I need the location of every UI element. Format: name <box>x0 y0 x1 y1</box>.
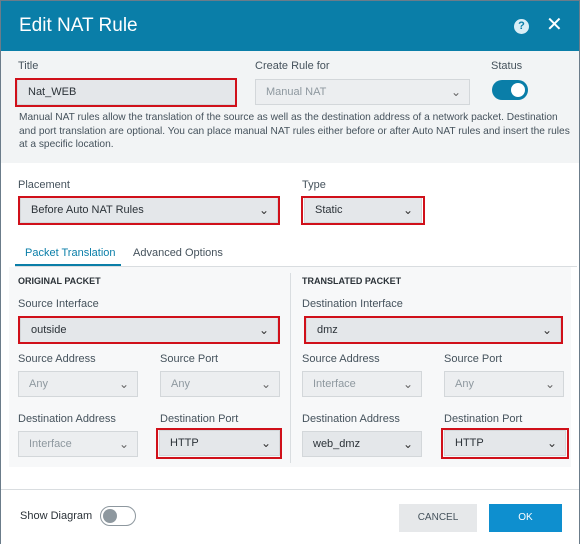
original-packet-title: ORIGINAL PACKET <box>18 276 101 286</box>
dialog-title: Edit NAT Rule <box>19 15 138 36</box>
destination-interface-label: Destination Interface <box>302 298 403 310</box>
highlight-destination-interface <box>304 316 563 344</box>
chevron-down-icon: ⌄ <box>402 377 413 391</box>
orig-destination-address-value: Interface <box>29 438 72 450</box>
chevron-down-icon: ⌄ <box>260 377 271 391</box>
trans-source-port-value: Any <box>455 378 474 390</box>
title-label: Title <box>18 60 39 72</box>
orig-destination-address-label: Destination Address <box>18 413 116 425</box>
orig-source-address-label: Source Address <box>18 353 96 365</box>
trans-destination-address-label: Destination Address <box>302 413 400 425</box>
highlight-title <box>15 78 237 107</box>
cancel-button[interactable]: CANCEL <box>399 504 477 532</box>
active-tab-indicator <box>15 264 121 266</box>
show-diagram-toggle[interactable] <box>100 506 136 526</box>
tab-bar: Packet Translation Advanced Options <box>15 242 577 267</box>
chevron-down-icon: ⌄ <box>544 377 555 391</box>
trans-destination-port-label: Destination Port <box>444 413 523 425</box>
trans-source-port-select[interactable]: Any ⌄ <box>444 371 564 397</box>
orig-source-address-value: Any <box>29 378 48 390</box>
orig-destination-address-select[interactable]: Interface ⌄ <box>18 431 138 457</box>
highlight-type <box>301 196 425 225</box>
status-toggle[interactable] <box>492 80 528 100</box>
toggle-knob <box>511 83 525 97</box>
create-rule-label: Create Rule for <box>255 60 330 72</box>
close-icon[interactable]: ✕ <box>546 15 563 35</box>
highlight-placement <box>18 196 280 225</box>
description-text: Manual NAT rules allow the translation o… <box>19 112 570 150</box>
highlight-trans-destination-port <box>441 428 569 459</box>
chevron-down-icon: ⌄ <box>450 85 461 99</box>
orig-source-port-label: Source Port <box>160 353 219 365</box>
edit-nat-rule-dialog: Edit NAT Rule ? ✕ Title Nat_WEB Create R… <box>0 0 580 544</box>
highlight-source-interface <box>18 316 280 344</box>
create-rule-value: Manual NAT <box>266 86 327 98</box>
section-divider <box>290 273 291 463</box>
orig-destination-port-label: Destination Port <box>160 413 239 425</box>
orig-source-port-select[interactable]: Any ⌄ <box>160 371 280 397</box>
tab-packet-translation[interactable]: Packet Translation <box>25 247 116 259</box>
help-icon[interactable]: ? <box>514 19 529 34</box>
chevron-down-icon: ⌄ <box>118 437 129 451</box>
trans-destination-address-value: web_dmz <box>313 438 361 450</box>
orig-source-port-value: Any <box>171 378 190 390</box>
dialog-header: Edit NAT Rule ? ✕ <box>1 1 579 51</box>
toggle-knob <box>103 509 117 523</box>
chevron-down-icon: ⌄ <box>118 377 129 391</box>
translated-packet-title: TRANSLATED PACKET <box>302 276 402 286</box>
source-interface-label: Source Interface <box>18 298 99 310</box>
trans-source-address-select[interactable]: Interface ⌄ <box>302 371 422 397</box>
status-label: Status <box>491 60 523 72</box>
chevron-down-icon: ⌄ <box>402 437 413 451</box>
tab-advanced-options[interactable]: Advanced Options <box>133 247 223 259</box>
trans-destination-address-select[interactable]: web_dmz ⌄ <box>302 431 422 457</box>
ok-button[interactable]: OK <box>489 504 562 532</box>
type-label: Type <box>302 179 326 191</box>
show-diagram-label: Show Diagram <box>20 510 93 522</box>
create-rule-select[interactable]: Manual NAT ⌄ <box>255 79 470 105</box>
trans-source-address-label: Source Address <box>302 353 380 365</box>
trans-source-port-label: Source Port <box>444 353 503 365</box>
orig-source-address-select[interactable]: Any ⌄ <box>18 371 138 397</box>
placement-label: Placement <box>18 179 70 191</box>
trans-source-address-value: Interface <box>313 378 356 390</box>
highlight-orig-destination-port <box>156 428 282 459</box>
